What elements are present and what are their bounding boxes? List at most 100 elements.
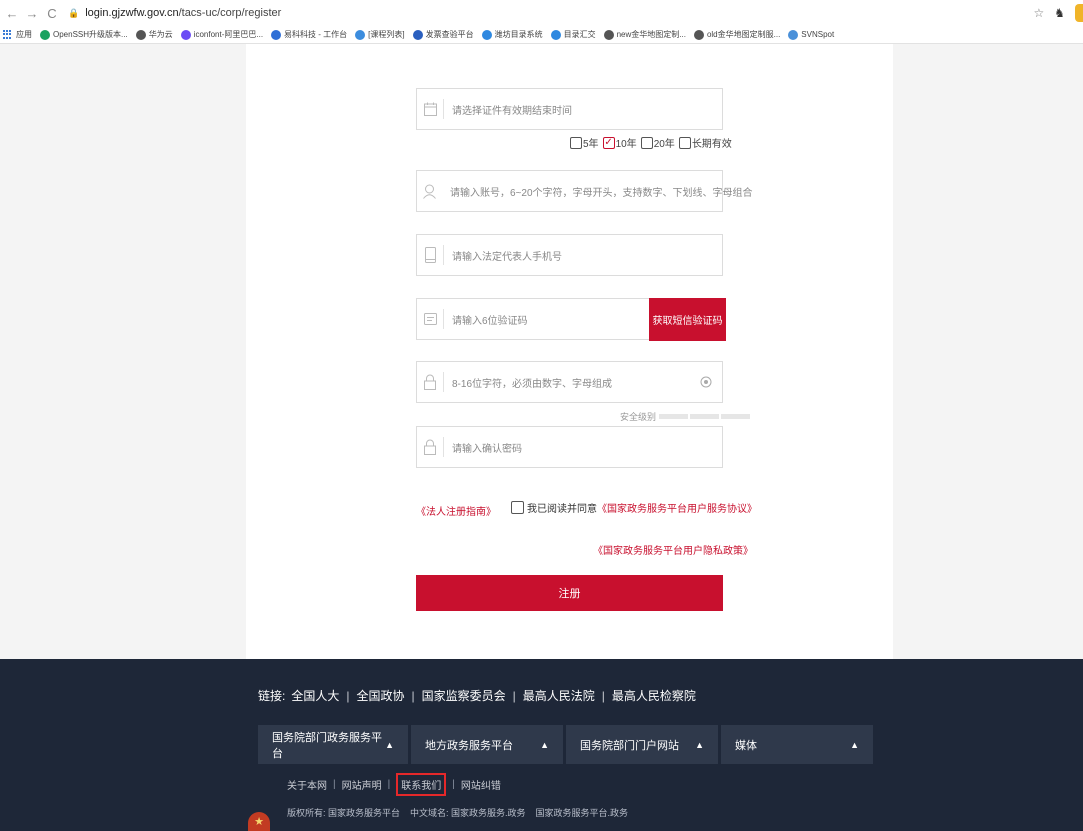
bookmark-label: SVNSpot bbox=[801, 30, 835, 39]
field-divider bbox=[443, 245, 444, 265]
agree-checkbox[interactable] bbox=[511, 501, 524, 514]
footer-dropdown[interactable]: 国务院部门门户网站 ▲ bbox=[566, 725, 718, 764]
validity-option[interactable]: 10年 bbox=[602, 135, 637, 150]
lock-check-icon bbox=[423, 438, 437, 456]
bookmark-item[interactable]: 潍坊目录系统 bbox=[481, 29, 543, 40]
confirm-placeholder: 请输入确认密码 bbox=[452, 443, 522, 455]
triangle-up-icon: ▲ bbox=[540, 739, 549, 750]
footer-link[interactable]: 最高人民法院 bbox=[523, 687, 595, 704]
national-emblem-logo: ★ bbox=[248, 812, 270, 831]
lock-icon[interactable]: 🔒 bbox=[68, 8, 79, 19]
about-link[interactable]: 关于本网 bbox=[287, 777, 327, 792]
field-divider bbox=[443, 99, 444, 119]
validity-checkbox[interactable] bbox=[678, 136, 691, 149]
agree-text: 我已阅读并同意 bbox=[527, 504, 597, 515]
validity-option[interactable]: 5年 bbox=[570, 135, 599, 150]
about-link[interactable]: 网站纠错 bbox=[461, 777, 501, 792]
lock-icon bbox=[423, 373, 437, 391]
footer-link[interactable]: 全国人大 bbox=[291, 687, 339, 704]
bookmark-label: 应用 bbox=[16, 30, 32, 39]
bookmark-item[interactable]: 目录汇交 bbox=[550, 29, 596, 40]
bookmark-label: old金华地图定制服... bbox=[706, 30, 781, 39]
get-sms-code-button[interactable]: 获取短信验证码 bbox=[649, 298, 726, 341]
browser-address-bar: ← → C 🔒 login.gjzwfw.gov.cn/tacs-uc/corp… bbox=[0, 0, 1083, 26]
drive-icon bbox=[40, 29, 50, 40]
triangle-up-icon: ▲ bbox=[695, 739, 704, 750]
url-path: /tacs-uc/corp/register bbox=[178, 7, 282, 19]
about-separator: | bbox=[452, 779, 455, 790]
calendar-icon bbox=[423, 100, 437, 118]
copyright-row: 版权所有: 国家政务服务平台 中文域名: 国家政务服务.政务 国家政务服务平台.… bbox=[287, 806, 628, 819]
validity-label: 10年 bbox=[615, 139, 637, 150]
validity-checkbox[interactable] bbox=[570, 136, 582, 149]
footer-link[interactable]: 最高人民检察院 bbox=[612, 687, 696, 704]
iconfont-icon bbox=[180, 29, 191, 40]
bookmark-item[interactable]: [课程列表] bbox=[355, 29, 405, 40]
bookmark-label: 潍坊目录系统 bbox=[494, 30, 543, 39]
about-link[interactable]: 联系我们 bbox=[396, 773, 447, 796]
validity-checkbox[interactable] bbox=[640, 136, 653, 149]
footer-dropdown[interactable]: 媒体 ▲ bbox=[721, 725, 873, 764]
validity-label: 5年 bbox=[583, 139, 599, 150]
bookmark-item[interactable]: 发票查验平台 bbox=[412, 29, 474, 40]
footer-link[interactable]: 国家监察委员会 bbox=[422, 687, 506, 704]
bookmark-item[interactable]: iconfont-阿里巴巴... bbox=[180, 29, 263, 40]
extension-icon[interactable]: ♞ bbox=[1054, 6, 1065, 20]
service-agreement-link[interactable]: 《国家政务服务平台用户服务协议》 bbox=[597, 500, 757, 515]
triangle-up-icon: ▲ bbox=[385, 739, 394, 750]
phone-placeholder: 请输入法定代表人手机号 bbox=[452, 251, 562, 263]
url-field[interactable]: login.gjzwfw.gov.cn/tacs-uc/corp/registe… bbox=[85, 7, 281, 19]
bookmarks-bar: 应用 OpenSSH升级版本... 华为云 iconfont-阿里巴巴... 易科科技 … bbox=[0, 26, 1083, 44]
url-host: login.gjzwfw.gov.cn bbox=[85, 7, 179, 19]
apps-icon bbox=[3, 29, 13, 40]
bookmark-star-icon[interactable]: ☆ bbox=[1033, 6, 1044, 20]
links-label: 链接: bbox=[258, 689, 286, 703]
password-strength: 安全级别 bbox=[620, 410, 751, 423]
validity-option[interactable]: 长期有效 bbox=[678, 135, 732, 150]
password-field[interactable]: 8-16位字符，必须由数字、字母组成 bbox=[416, 361, 723, 403]
strength-bar bbox=[690, 414, 720, 419]
back-arrow-icon[interactable]: ← bbox=[4, 6, 20, 21]
password-placeholder: 8-16位字符，必须由数字、字母组成 bbox=[452, 378, 613, 390]
footer-dropdown[interactable]: 地方政务服务平台 ▲ bbox=[411, 725, 563, 764]
footer-dropdown[interactable]: 国务院部门政务服务平台 ▲ bbox=[258, 725, 408, 764]
bookmark-item[interactable]: 应用 bbox=[3, 29, 32, 40]
eye-icon[interactable] bbox=[700, 375, 712, 388]
dropdown-label: 国务院部门门户网站 bbox=[580, 739, 679, 752]
privacy-policy-link[interactable]: 《国家政务服务平台用户隐私政策》 bbox=[593, 542, 753, 557]
register-button[interactable]: 注册 bbox=[416, 575, 723, 611]
profile-avatar[interactable] bbox=[1075, 4, 1083, 22]
phone-field[interactable]: 请输入法定代表人手机号 bbox=[416, 234, 723, 276]
bookmark-label: OpenSSH升级版本... bbox=[53, 30, 128, 39]
footer-link[interactable]: 全国政协 bbox=[356, 687, 404, 704]
about-link[interactable]: 网站声明 bbox=[342, 777, 382, 792]
link-separator: | bbox=[411, 688, 415, 703]
sms-placeholder: 请输入6位验证码 bbox=[452, 315, 528, 327]
copyright-text: 版权所有: 国家政务服务平台 bbox=[287, 808, 401, 818]
account-field[interactable]: 请输入账号，6~20个字符，字母开头，支持数字、下划线、字母组合 bbox=[416, 170, 753, 212]
registration-guide-link[interactable]: 《法人注册指南》 bbox=[416, 503, 496, 518]
bookmark-item[interactable]: old金华地图定制服... bbox=[693, 29, 781, 40]
bookmark-item[interactable]: 易科科技 - 工作台 bbox=[271, 29, 347, 40]
confirm-password-field[interactable]: 请输入确认密码 bbox=[416, 426, 723, 468]
domain-cn-text: 中文域名: 国家政务服务.政务 bbox=[410, 808, 526, 818]
validity-option[interactable]: 20年 bbox=[640, 135, 675, 150]
forward-arrow-icon[interactable]: → bbox=[24, 6, 40, 21]
strength-bars bbox=[659, 414, 751, 419]
message-icon bbox=[423, 310, 437, 328]
bookmark-item[interactable]: 华为云 bbox=[135, 29, 173, 40]
svn-icon bbox=[788, 29, 799, 40]
expiry-date-field[interactable]: 请选择证件有效期结束时间 bbox=[416, 88, 723, 130]
bookmark-item[interactable]: OpenSSH升级版本... bbox=[40, 29, 128, 40]
bookmark-item[interactable]: new金华地图定制... bbox=[603, 29, 686, 40]
bookmark-label: 华为云 bbox=[148, 30, 173, 39]
sms-code-field[interactable]: 请输入6位验证码 bbox=[416, 298, 650, 340]
footer-links: 链接: 全国人大 | 全国政协 | 国家监察委员会 | 最高人民法院 | 最高人民检察院 bbox=[258, 687, 696, 704]
user-icon bbox=[423, 182, 436, 200]
reload-icon[interactable]: C bbox=[44, 6, 60, 21]
globe-icon bbox=[135, 29, 146, 40]
validity-checkbox[interactable] bbox=[602, 136, 615, 149]
bookmark-item[interactable]: SVNSpot bbox=[788, 29, 835, 40]
validity-label: 长期有效 bbox=[691, 139, 732, 150]
dropdown-label: 媒体 bbox=[735, 739, 757, 752]
